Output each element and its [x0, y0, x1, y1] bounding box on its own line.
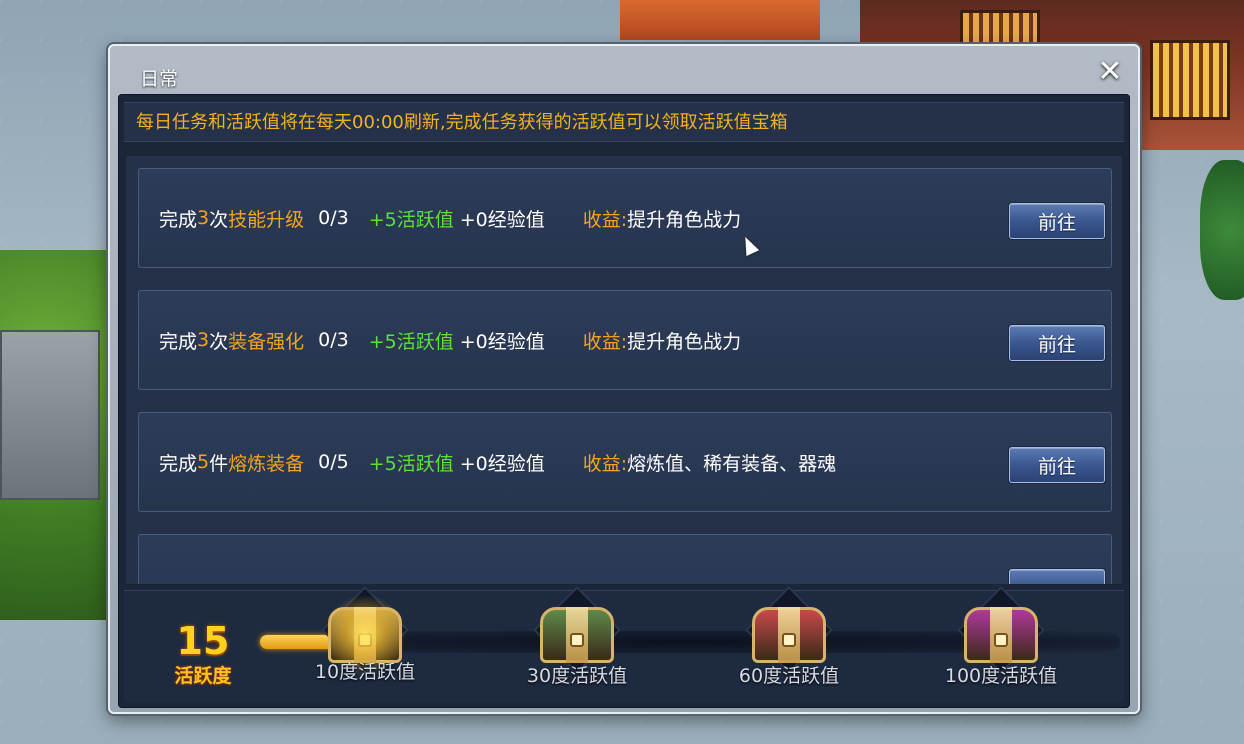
- chest-10[interactable]: 10度活跃值: [310, 586, 420, 699]
- go-button[interactable]: 前往: [1009, 447, 1105, 483]
- task-name: 装备强化: [228, 330, 305, 353]
- activity-reward: +5活跃值: [368, 330, 454, 353]
- chest-label: 100度活跃值: [944, 665, 1058, 687]
- task-progress: 0/3: [318, 207, 349, 229]
- chest-100[interactable]: 100度活跃值: [945, 586, 1057, 699]
- background-wall: [0, 330, 100, 500]
- chest-60[interactable]: 60度活跃值: [734, 586, 844, 699]
- exp-reward: +0经验值: [459, 330, 545, 353]
- task-description: 完成 3 次装备强化 0/3 +5活跃值 +0经验值 收益: 提升角色战力: [159, 291, 741, 389]
- daily-panel: 日常 ✕ 每日任务和活跃值将在每天00:00刷新,完成任务获得的活跃值可以领取活…: [108, 44, 1140, 714]
- task-count: 3: [197, 329, 210, 351]
- background-window: [1150, 40, 1230, 120]
- task-row: 完成 5 件熔炼装备 0/5 +5活跃值 +0经验值 收益: 熔炼值、稀有装备、器魂 …: [138, 412, 1112, 512]
- go-button[interactable]: [1009, 569, 1105, 584]
- benefit-text: 提升角色战力: [627, 208, 742, 231]
- go-button[interactable]: 前往: [1009, 203, 1105, 239]
- task-prefix: 完成: [159, 330, 198, 353]
- task-name: 熔炼装备: [228, 452, 305, 475]
- exp-reward: +0经验值: [459, 208, 545, 231]
- benefit-label: 收益:: [582, 452, 628, 475]
- close-button[interactable]: ✕: [1096, 54, 1124, 89]
- chest-label: 30度活跃值: [526, 665, 628, 687]
- go-button[interactable]: 前往: [1009, 325, 1105, 361]
- task-prefix: 完成: [159, 208, 198, 231]
- task-progress: 0/3: [318, 329, 349, 351]
- exp-reward: +0经验值: [459, 452, 545, 475]
- chest-lock-icon: [994, 633, 1008, 647]
- chest-label: 10度活跃值: [314, 661, 416, 683]
- chest-30[interactable]: 30度活跃值: [522, 586, 632, 699]
- task-unit: 次: [209, 330, 229, 353]
- panel-body: 每日任务和活跃值将在每天00:00刷新,完成任务获得的活跃值可以领取活跃值宝箱 …: [118, 94, 1130, 708]
- task-unit: 次: [209, 208, 229, 231]
- task-row: 完成 3 次装备强化 0/3 +5活跃值 +0经验值 收益: 提升角色战力 前往: [138, 290, 1112, 390]
- panel-title: 日常: [140, 68, 179, 90]
- background-tree: [1200, 160, 1244, 300]
- task-progress: 0/5: [318, 451, 349, 473]
- benefit-text: 提升角色战力: [627, 330, 742, 353]
- task-list[interactable]: 完成 3 次技能升级 0/3 +5活跃值 +0经验值 收益: 提升角色战力 前往 完成…: [126, 156, 1122, 584]
- activity-reward: +5活跃值: [368, 452, 454, 475]
- activity-label: 活跃度: [174, 665, 232, 687]
- task-row: 完成 3 次技能升级 0/3 +5活跃值 +0经验值 收益: 提升角色战力 前往: [138, 168, 1112, 268]
- task-description: 完成 5 件熔炼装备 0/5 +5活跃值 +0经验值 收益: 熔炼值、稀有装备、器魂: [159, 413, 836, 511]
- task-description: 完成 3 次技能升级 0/3 +5活跃值 +0经验值 收益: 提升角色战力: [159, 169, 741, 267]
- background-stall: [620, 0, 820, 40]
- chest-label: 60度活跃值: [738, 665, 840, 687]
- benefit-label: 收益:: [582, 208, 628, 231]
- chest-lock-icon: [782, 633, 796, 647]
- activity-reward: +5活跃值: [368, 208, 454, 231]
- benefit-text: 熔炼值、稀有装备、器魂: [627, 452, 837, 475]
- task-count: 3: [197, 207, 210, 229]
- task-unit: 件: [209, 452, 229, 475]
- task-name: 技能升级: [228, 208, 305, 231]
- task-row: [138, 534, 1112, 584]
- activity-bar: 15 活跃度 10度活跃值 30度活跃值 60度活跃值 100度活跃值: [124, 586, 1124, 702]
- refresh-notice: 每日任务和活跃值将在每天00:00刷新,完成任务获得的活跃值可以领取活跃值宝箱: [124, 102, 1124, 142]
- benefit-label: 收益:: [582, 330, 628, 353]
- chest-lock-icon: [570, 633, 584, 647]
- task-count: 5: [197, 451, 210, 473]
- activity-value: 15: [176, 619, 230, 663]
- task-prefix: 完成: [159, 452, 198, 475]
- close-icon: ✕: [1097, 54, 1123, 89]
